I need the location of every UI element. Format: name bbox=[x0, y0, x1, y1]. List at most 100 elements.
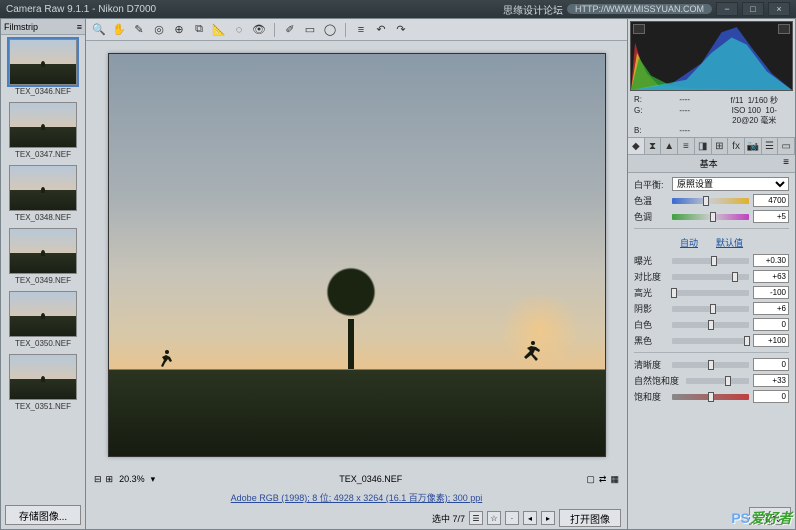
thumbnail-image bbox=[9, 102, 77, 148]
contrast-slider[interactable] bbox=[672, 274, 749, 280]
shadows-slider[interactable] bbox=[672, 306, 749, 312]
saturation-value[interactable]: 0 bbox=[753, 390, 789, 403]
tab-curve[interactable]: ⧗ bbox=[645, 138, 662, 154]
adjustment-tabs: ◆ ⧗ ▲ ≡ ◨ ⊞ fx 📷 ☰ ▭ bbox=[628, 137, 795, 155]
tab-lens[interactable]: ⊞ bbox=[712, 138, 729, 154]
label-button[interactable]: · bbox=[505, 511, 519, 525]
highlights-value[interactable]: -100 bbox=[753, 286, 789, 299]
tab-hsl[interactable]: ≡ bbox=[678, 138, 695, 154]
before-after-icon[interactable]: ▢ bbox=[586, 474, 595, 485]
target-adjust-icon[interactable]: ⊕ bbox=[172, 23, 186, 37]
exposure-value[interactable]: +0.30 bbox=[753, 254, 789, 267]
info-shutter: 1/160 秒 bbox=[748, 96, 778, 105]
spot-removal-icon[interactable]: ◌ bbox=[232, 23, 246, 37]
highlights-label: 高光 bbox=[634, 286, 668, 299]
highlights-slider[interactable] bbox=[672, 290, 749, 296]
thumbnail-item[interactable]: TEX_0346.NEF bbox=[5, 39, 81, 96]
workflow-options-link[interactable]: Adobe RGB (1998); 8 位; 4928 x 3264 (16.1… bbox=[86, 489, 627, 507]
preview-image[interactable] bbox=[108, 53, 606, 457]
radial-filter-icon[interactable]: ◯ bbox=[323, 23, 337, 37]
temp-slider[interactable] bbox=[672, 198, 749, 204]
tab-fx[interactable]: fx bbox=[728, 138, 745, 154]
hand-tool-icon[interactable]: ✋ bbox=[112, 23, 126, 37]
thumbnail-item[interactable]: TEX_0350.NEF bbox=[5, 291, 81, 348]
basic-panel-title: 基本 bbox=[700, 157, 718, 170]
rating-button[interactable]: ☆ bbox=[487, 511, 501, 525]
blacks-slider[interactable] bbox=[672, 338, 749, 344]
zoom-out-icon[interactable]: ⊟ bbox=[94, 474, 102, 485]
rotate-ccw-icon[interactable]: ↶ bbox=[374, 23, 388, 37]
blacks-value[interactable]: +100 bbox=[753, 334, 789, 347]
contrast-value[interactable]: +63 bbox=[753, 270, 789, 283]
temp-value[interactable]: 4700 bbox=[753, 194, 789, 207]
thumbnail-item[interactable]: TEX_0348.NEF bbox=[5, 165, 81, 222]
color-sampler-icon[interactable]: ◎ bbox=[152, 23, 166, 37]
clarity-slider[interactable] bbox=[672, 362, 749, 368]
thumbnail-image bbox=[9, 291, 77, 337]
preview-filename: TEX_0346.NEF bbox=[339, 474, 402, 484]
highlight-clip-icon[interactable] bbox=[778, 24, 790, 34]
vibrance-value[interactable]: +33 bbox=[753, 374, 789, 387]
default-link[interactable]: 默认值 bbox=[716, 236, 743, 249]
shadow-clip-icon[interactable] bbox=[633, 24, 645, 34]
adjustment-brush-icon[interactable]: ✐ bbox=[283, 23, 297, 37]
bottom-bar: 选中 7/7 ☰ ☆ · ◂ ▸ 打开图像 bbox=[86, 507, 627, 529]
swap-icon[interactable]: ⇄ bbox=[599, 474, 607, 485]
blacks-label: 黑色 bbox=[634, 334, 668, 347]
window-minimize-button[interactable]: − bbox=[716, 2, 738, 16]
save-image-button[interactable]: 存储图像... bbox=[5, 505, 81, 525]
vibrance-slider[interactable] bbox=[686, 378, 749, 384]
preview-runner-right bbox=[520, 339, 544, 363]
preview-trunk bbox=[348, 319, 354, 369]
thumbnail-label: TEX_0350.NEF bbox=[5, 339, 81, 348]
zoom-dropdown-icon[interactable]: ▾ bbox=[151, 474, 156, 485]
saturation-slider[interactable] bbox=[672, 394, 749, 400]
whites-value[interactable]: 0 bbox=[753, 318, 789, 331]
window-maximize-button[interactable]: □ bbox=[742, 2, 764, 16]
thumbnail-image bbox=[9, 39, 77, 85]
auto-link[interactable]: 自动 bbox=[680, 236, 698, 249]
prefs-icon[interactable]: ≡ bbox=[354, 23, 368, 37]
window-close-button[interactable]: × bbox=[768, 2, 790, 16]
clarity-label: 清晰度 bbox=[634, 358, 668, 371]
exposure-label: 曝光 bbox=[634, 254, 668, 267]
histogram[interactable] bbox=[630, 21, 793, 91]
tab-camera[interactable]: 📷 bbox=[745, 138, 762, 154]
wb-tool-icon[interactable]: ✎ bbox=[132, 23, 146, 37]
tab-split[interactable]: ◨ bbox=[695, 138, 712, 154]
zoom-tool-icon[interactable]: 🔍 bbox=[92, 23, 106, 37]
vibrance-label: 自然饱和度 bbox=[634, 374, 682, 387]
thumbnail-item[interactable]: TEX_0349.NEF bbox=[5, 228, 81, 285]
prev-image-button[interactable]: ◂ bbox=[523, 511, 537, 525]
open-image-button[interactable]: 打开图像 bbox=[559, 509, 621, 527]
straighten-tool-icon[interactable]: 📐 bbox=[212, 23, 226, 37]
filmstrip-menu-icon[interactable]: ≡ bbox=[77, 19, 82, 34]
wb-preset-select[interactable]: 原照设置 bbox=[672, 177, 789, 191]
thumbnail-item[interactable]: TEX_0351.NEF bbox=[5, 354, 81, 411]
redeye-tool-icon[interactable]: 👁 bbox=[252, 23, 266, 37]
shadows-label: 阴影 bbox=[634, 302, 668, 315]
whites-slider[interactable] bbox=[672, 322, 749, 328]
tab-snapshots[interactable]: ▭ bbox=[778, 138, 795, 154]
clarity-value[interactable]: 0 bbox=[753, 358, 789, 371]
thumbnail-image bbox=[9, 228, 77, 274]
tint-value[interactable]: +5 bbox=[753, 210, 789, 223]
shadows-value[interactable]: +6 bbox=[753, 302, 789, 315]
exposure-slider[interactable] bbox=[672, 258, 749, 264]
watermark-text: 爱好者 bbox=[750, 510, 792, 526]
graduated-filter-icon[interactable]: ▭ bbox=[303, 23, 317, 37]
tab-presets[interactable]: ☰ bbox=[762, 138, 779, 154]
tab-basic[interactable]: ◆ bbox=[628, 138, 645, 154]
select-all-button[interactable]: ☰ bbox=[469, 511, 483, 525]
grid-icon[interactable]: ▦ bbox=[610, 474, 619, 485]
thumbnail-label: TEX_0347.NEF bbox=[5, 150, 81, 159]
zoom-percent[interactable]: 20.3% bbox=[119, 474, 145, 484]
rotate-cw-icon[interactable]: ↷ bbox=[394, 23, 408, 37]
tab-detail[interactable]: ▲ bbox=[661, 138, 678, 154]
next-image-button[interactable]: ▸ bbox=[541, 511, 555, 525]
panel-menu-icon[interactable]: ≡ bbox=[783, 157, 789, 170]
zoom-in-icon[interactable]: ⊞ bbox=[106, 474, 114, 485]
tint-slider[interactable] bbox=[672, 214, 749, 220]
crop-tool-icon[interactable]: ⧉ bbox=[192, 23, 206, 37]
thumbnail-item[interactable]: TEX_0347.NEF bbox=[5, 102, 81, 159]
